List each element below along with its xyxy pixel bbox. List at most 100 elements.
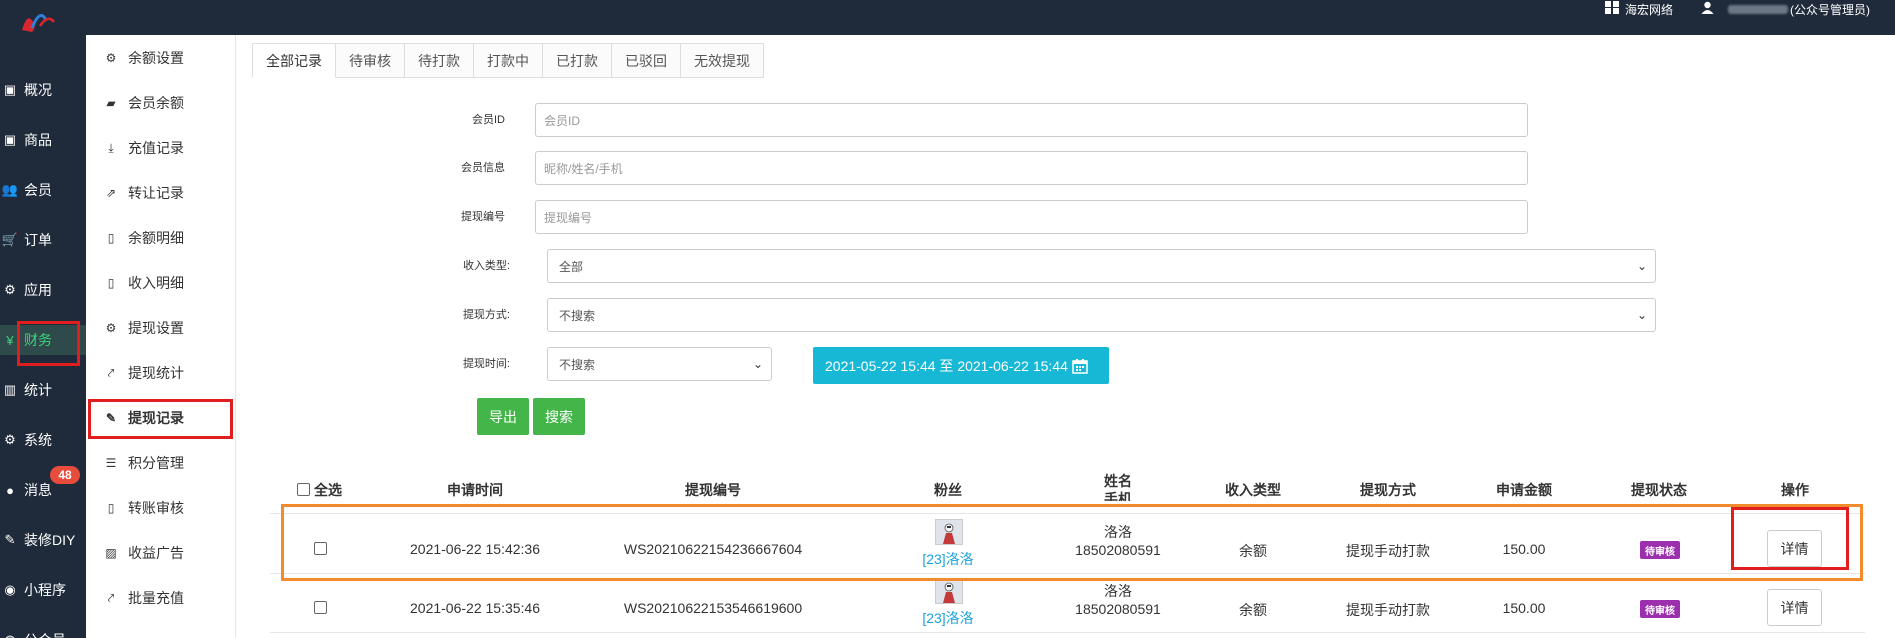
- subnav-item-4[interactable]: ▯ 余额明细: [86, 223, 236, 253]
- date-range-picker[interactable]: 2021-05-22 15:44 至 2021-06-22 15:44: [813, 347, 1109, 384]
- org-label: 海宏网络: [1624, 2, 1673, 17]
- member-id-label: 会员ID: [472, 114, 505, 126]
- nav-item-9[interactable]: ✎ 装修DIY: [0, 525, 86, 555]
- export-button[interactable]: 导出: [477, 398, 529, 435]
- subnav-item-6[interactable]: ⚙ 提现设置: [86, 313, 236, 343]
- tab-1[interactable]: 待审核: [336, 43, 405, 78]
- subnav-item-7[interactable]: ⤤ 提现统计: [86, 358, 236, 388]
- line-chart-icon: ⤤: [107, 590, 115, 605]
- download-icon: ⤓: [108, 140, 114, 155]
- chevron-down-icon: ⌄: [752, 357, 763, 371]
- row-divider: [270, 632, 1865, 633]
- nav-item-7[interactable]: ⚙ 系统: [0, 425, 86, 455]
- nav-item-0[interactable]: ▣ 概况: [0, 75, 86, 105]
- user-name-redacted: [1728, 4, 1788, 14]
- record-tabs: 全部记录 待审核 待打款 打款中 已打款 已驳回 无效提现: [252, 43, 764, 78]
- subnav-item-5[interactable]: ▯ 收入明细: [86, 268, 236, 298]
- nav-item-label: 小程序: [24, 582, 66, 598]
- subnav-item-label: 会员余额: [128, 95, 184, 111]
- book-icon: ▰: [106, 96, 116, 110]
- income-type-label: 收入类型:: [462, 260, 510, 272]
- nav-item-1[interactable]: ▣ 商品: [0, 125, 86, 155]
- image-icon: ▨: [105, 546, 117, 560]
- top-right-menu: 海宏网络 (公众号管理员): [1577, 0, 1870, 18]
- nav-item-label: 应用: [24, 282, 52, 298]
- search-button[interactable]: 搜索: [533, 398, 585, 435]
- chevron-down-icon: ⌄: [1636, 308, 1647, 322]
- chevron-down-icon: ⌄: [1636, 259, 1647, 273]
- nav-item-6[interactable]: ▥ 统计: [0, 375, 86, 405]
- users-icon: 👥: [1, 182, 19, 197]
- cart-icon: 🛒: [1, 232, 19, 247]
- nav-item-label: 消息: [24, 482, 52, 498]
- nav-item-label: 会员: [24, 182, 52, 198]
- nav-item-10[interactable]: ◉ 小程序: [0, 575, 86, 605]
- fan-link[interactable]: [23]洛洛: [898, 608, 998, 628]
- tab-5[interactable]: 已驳回: [612, 43, 681, 78]
- cell-name: 洛洛: [1104, 583, 1132, 599]
- tab-3[interactable]: 打款中: [474, 43, 543, 78]
- user-menu[interactable]: (公众号管理员): [1701, 1, 1870, 18]
- subnav-item-label: 提现统计: [128, 365, 184, 381]
- nav-item-label: 公众号: [24, 630, 66, 638]
- income-type-select[interactable]: 全部 ⌄: [547, 249, 1656, 283]
- brand-logo: [22, 14, 55, 32]
- withdraw-time-select[interactable]: 不搜索 ⌄: [547, 347, 772, 381]
- dashboard-icon: ▣: [3, 82, 17, 97]
- nav-item-4[interactable]: ⚙ 应用: [0, 275, 86, 305]
- col-fan: 粉丝: [934, 482, 962, 498]
- col-action: 操作: [1781, 482, 1809, 498]
- subnav-item-label: 收益广告: [128, 545, 184, 561]
- subnav-item-12[interactable]: ⤤ 批量充值: [86, 583, 236, 613]
- subnav-item-3[interactable]: ⇗ 转让记录: [86, 178, 236, 208]
- cell-withdraw-method: 提现手动打款: [1346, 602, 1430, 618]
- withdraw-method-select[interactable]: 不搜索 ⌄: [547, 298, 1656, 332]
- nav-item-label: 系统: [24, 432, 52, 448]
- member-id-input[interactable]: 会员ID: [535, 103, 1528, 137]
- withdraw-no-input[interactable]: 提现编号: [535, 200, 1528, 234]
- member-info-input[interactable]: 昵称/姓名/手机: [535, 151, 1528, 185]
- nav-item-label: 订单: [24, 232, 52, 248]
- grid-icon: [1604, 1, 1619, 17]
- org-switcher[interactable]: 海宏网络: [1604, 1, 1673, 18]
- select-all-checkbox[interactable]: [297, 483, 310, 496]
- subnav-item-10[interactable]: ▯ 转账审核: [86, 493, 236, 523]
- public-icon: ◍: [0, 632, 20, 638]
- goods-icon: ▣: [3, 132, 17, 147]
- col-apply-time: 申请时间: [447, 482, 503, 498]
- subnav-item-1[interactable]: ▰ 会员余额: [86, 88, 236, 118]
- subnav-item-label: 余额明细: [128, 230, 184, 246]
- line-chart-icon: ⤤: [107, 365, 115, 380]
- tab-2[interactable]: 待打款: [405, 43, 474, 78]
- col-phone: 手机: [1104, 491, 1132, 501]
- user-role: (公众号管理员): [1790, 2, 1870, 17]
- col-amount: 申请金额: [1496, 482, 1552, 498]
- subnav-item-label: 批量充值: [128, 590, 184, 606]
- col-withdraw-no: 提现编号: [685, 482, 741, 498]
- subnav-item-9[interactable]: ☰ 积分管理: [86, 448, 236, 478]
- tab-4[interactable]: 已打款: [543, 43, 612, 78]
- detail-button[interactable]: 详情: [1767, 589, 1822, 626]
- highlight-detail-button: [1731, 507, 1849, 570]
- withdraw-method-value: 不搜索: [559, 308, 596, 323]
- col-name: 姓名: [1104, 473, 1132, 489]
- file-icon: ▯: [107, 276, 115, 290]
- row-checkbox[interactable]: [314, 601, 327, 614]
- cell-withdraw-no: WS20210622153546619600: [623, 600, 803, 616]
- subnav-item-0[interactable]: ⚙ 余额设置: [86, 43, 236, 73]
- subnav-item-label: 转账审核: [128, 500, 184, 516]
- subnav-item-11[interactable]: ▨ 收益广告: [86, 538, 236, 568]
- withdraw-time-value: 不搜索: [559, 357, 596, 372]
- nav-item-11[interactable]: ◍ 公众号: [0, 625, 86, 638]
- highlight-first-row: [281, 504, 1863, 581]
- subnav-item-label: 余额设置: [128, 50, 184, 66]
- nav-item-3[interactable]: 🛒 订单: [0, 225, 86, 255]
- wechat-icon: ◉: [4, 582, 16, 597]
- select-all-label: 全选: [314, 482, 342, 498]
- tab-0[interactable]: 全部记录: [252, 43, 336, 78]
- tab-6[interactable]: 无效提现: [681, 43, 764, 78]
- cell-income-type: 余额: [1239, 602, 1267, 618]
- subnav-item-2[interactable]: ⤓ 充值记录: [86, 133, 236, 163]
- user-icon: [1701, 1, 1714, 17]
- nav-item-2[interactable]: 👥 会员: [0, 175, 86, 205]
